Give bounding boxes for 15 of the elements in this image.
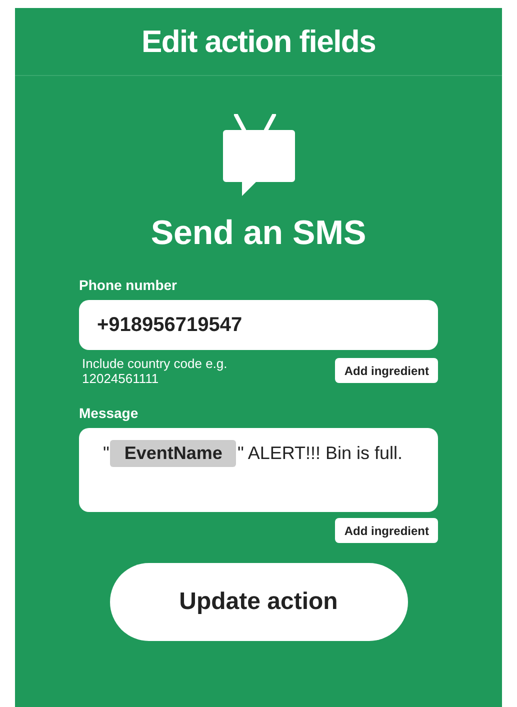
phone-field[interactable]: +918956719547: [79, 300, 438, 350]
field-label: Message: [79, 406, 140, 420]
helper-text: Include country code e.g. 12024561111: [82, 356, 228, 386]
field-text: " ALERT!!! Bin is full.: [237, 442, 403, 465]
page-title: Edit action fields: [141, 26, 376, 57]
chat-bubble-icon: [222, 114, 296, 198]
message-field[interactable]: " EventName " ALERT!!! Bin is full.: [79, 428, 438, 512]
ingredient-chip: EventName: [110, 440, 236, 467]
field-text: ": [103, 442, 110, 465]
field-text: +918956719547: [97, 313, 242, 338]
action-title: Send an SMS: [150, 216, 366, 250]
add-ingredient-button[interactable]: Add ingredient: [335, 358, 438, 383]
field-label: Phone number: [79, 278, 178, 292]
add-ingredient-button[interactable]: Add ingredient: [335, 518, 438, 543]
update-action-button[interactable]: Update action: [110, 563, 408, 641]
